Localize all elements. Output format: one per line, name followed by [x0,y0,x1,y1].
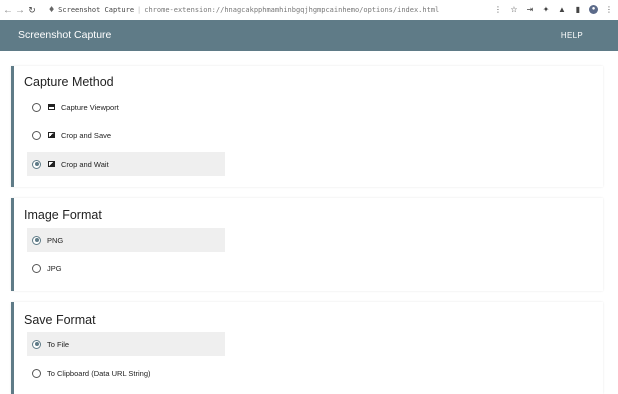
radio-button[interactable] [32,368,41,378]
option-label: Crop and Save [61,130,112,140]
puzzle-extensions-icon[interactable]: ✦ [541,3,551,15]
app-header: Screenshot Capture HELP [0,20,618,51]
profile-avatar-icon[interactable]: ● [589,4,598,14]
radio-button-checked[interactable] [32,235,41,245]
capture-method-section: Capture Method Capture Viewport Crop and… [11,66,603,187]
radio-button-checked[interactable] [32,159,41,169]
option-label: PNG [47,235,64,245]
address-bar[interactable]: ♦ Screenshot Capture | chrome-extension:… [48,2,526,17]
puzzle-icon: ♦ [48,5,56,14]
extension-icon[interactable]: ⇥ [525,3,535,15]
lab-flask-icon[interactable]: ▲ [557,3,567,15]
forward-arrow-icon[interactable]: → [14,3,26,17]
option-label: Capture Viewport [61,102,119,112]
help-link[interactable]: HELP [561,31,583,40]
toolbar-icons: ⋮ ☆ ⇥ ✦ ▲ ▮ ● ⋮ [493,3,614,15]
radio-button-checked[interactable] [32,339,41,349]
sidebar-icon[interactable]: ▮ [573,3,583,15]
app-title: Screenshot Capture [18,29,112,41]
option-to-file[interactable]: To File [27,332,225,356]
option-to-clipboard[interactable]: To Clipboard (Data URL String) [27,361,225,385]
option-label: To File [47,339,70,349]
option-label: JPG [47,263,62,273]
option-crop-and-save[interactable]: Crop and Save [27,123,225,147]
crop-icon [48,132,55,138]
radio-button[interactable] [32,263,41,273]
option-jpg[interactable]: JPG [27,256,225,280]
radio-button[interactable] [32,102,41,112]
radio-button[interactable] [32,130,41,140]
option-png[interactable]: PNG [27,228,225,252]
option-label: Crop and Wait [61,159,109,169]
address-site-name: Screenshot Capture [58,5,135,14]
menu-dots-icon[interactable]: ⋮ [604,3,614,15]
back-arrow-icon[interactable]: ← [2,3,14,17]
section-title: Image Format [24,208,102,222]
option-capture-viewport[interactable]: Capture Viewport [27,95,225,119]
share-icon[interactable]: ⋮ [493,3,503,15]
crop-icon [48,161,55,167]
reload-icon[interactable]: ↻ [26,3,38,17]
section-title: Capture Method [24,75,114,89]
save-format-section: Save Format To File To Clipboard (Data U… [11,302,603,394]
browser-toolbar: ← → ↻ ♦ Screenshot Capture | chrome-exte… [0,0,618,20]
address-url: chrome-extension://hnagcakpphmamhinbgqjh… [144,5,440,14]
image-format-section: Image Format PNG JPG [11,198,603,291]
section-title: Save Format [24,313,96,327]
option-crop-and-wait[interactable]: Crop and Wait [27,152,225,176]
viewport-icon [48,104,55,110]
address-separator: | [137,5,142,14]
bookmark-star-icon[interactable]: ☆ [509,3,519,15]
option-label: To Clipboard (Data URL String) [47,368,151,378]
